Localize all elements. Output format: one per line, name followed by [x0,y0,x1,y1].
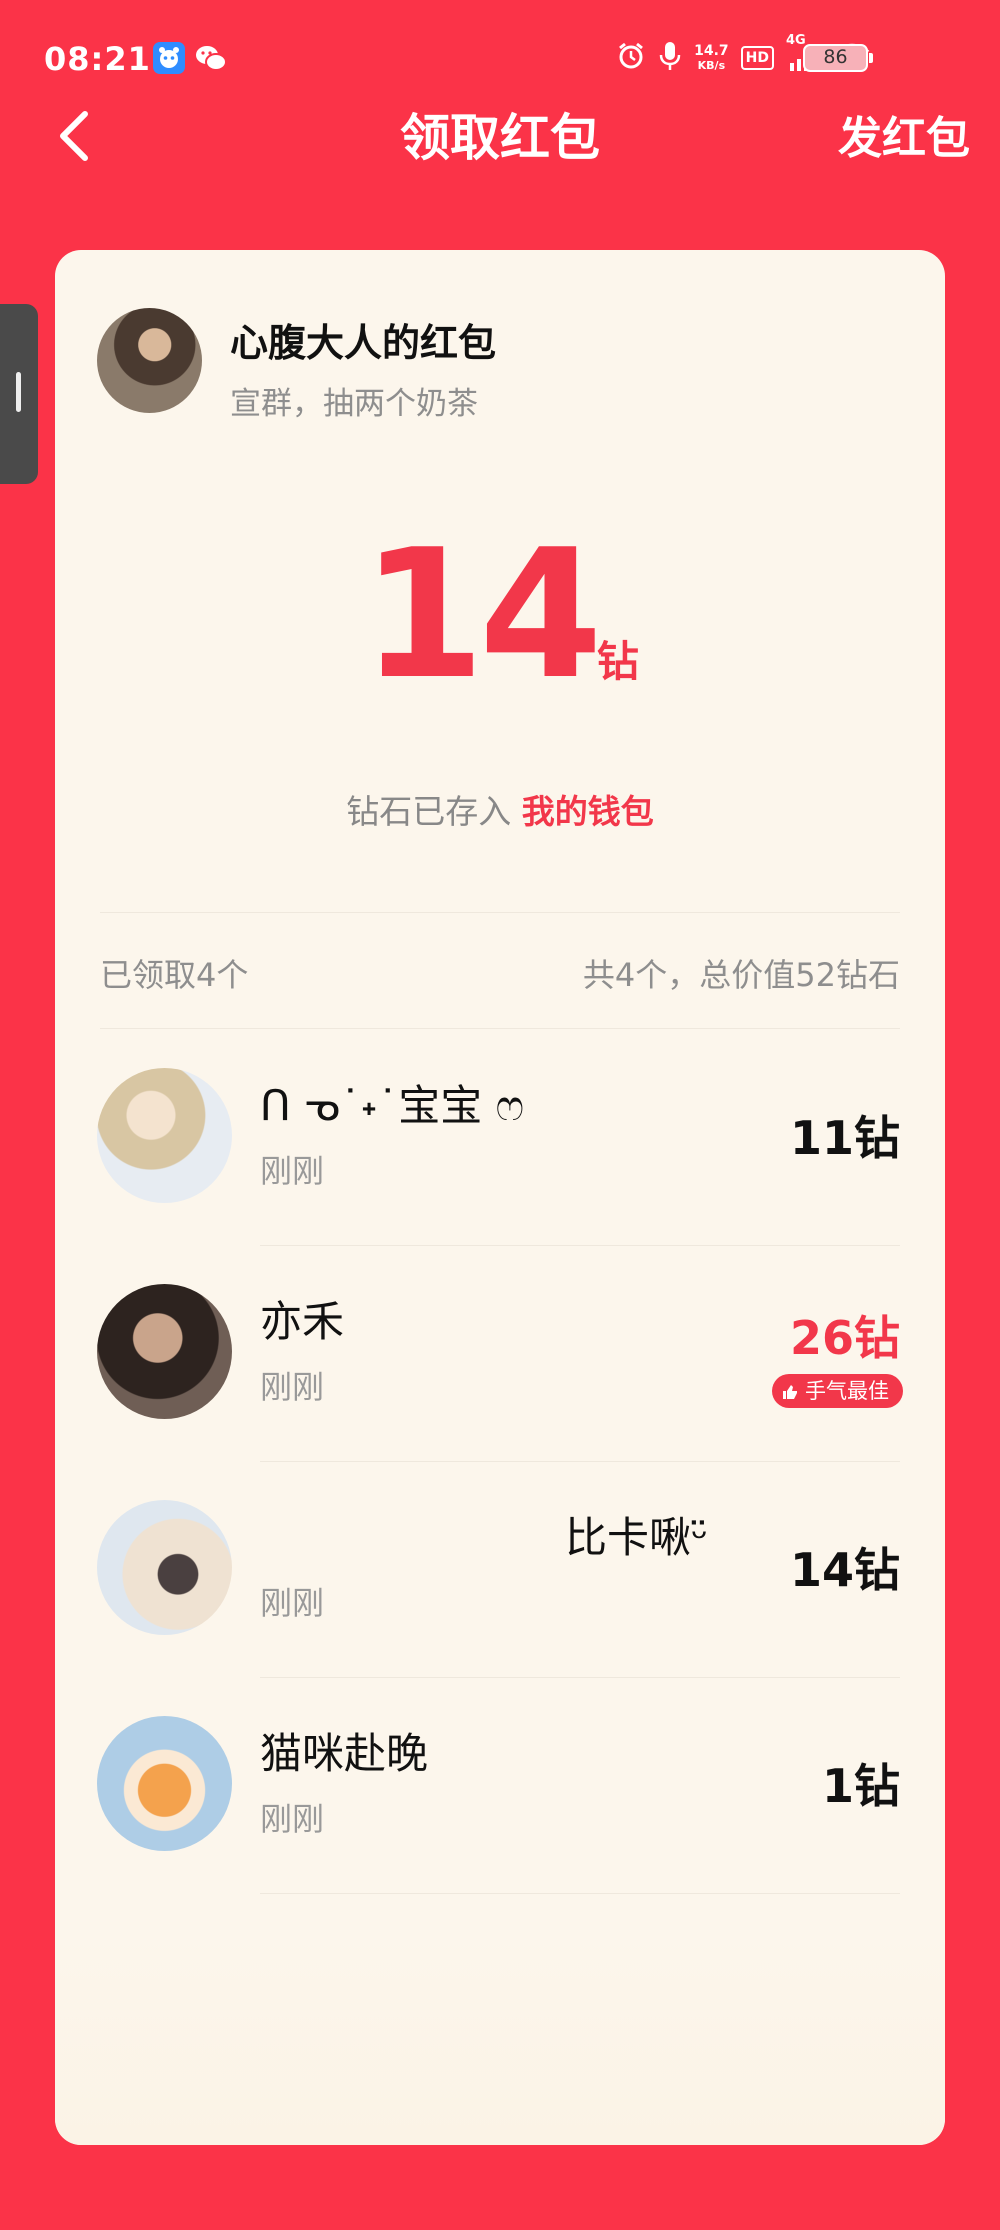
floating-side-handle[interactable] [0,304,38,484]
thumbs-up-icon [783,1385,798,1399]
send-red-packet-button[interactable]: 发红包 [838,102,970,166]
hd-badge: HD [740,46,774,70]
best-luck-label: 手气最佳 [805,1379,889,1403]
claim-amount: 14钻 [789,1543,900,1597]
list-item[interactable]: 猫咪赴晚 刚刚 1钻 [55,1678,945,1894]
my-wallet-link[interactable]: 我的钱包 [522,792,654,831]
amount-value: 14 [361,511,603,718]
recipient-name: 比卡啾ᵕ̈ [565,1513,709,1562]
sender-avatar[interactable] [97,308,202,413]
list-item[interactable]: ᑎ ᓀ˙˖˙宝宝 ෆ 刚刚 11钻 [55,1030,945,1246]
microphone-icon [658,40,682,76]
divider [260,1893,900,1894]
list-item[interactable]: 比卡啾ᵕ̈ 刚刚 14钻 [55,1462,945,1678]
net-speed: 14.7 KB/s [694,44,729,73]
battery-indicator: 86 [803,44,873,72]
sender-message: 宣群，抽两个奶茶 [230,386,478,422]
claim-time: 刚刚 [260,1800,325,1838]
avatar[interactable] [97,1500,232,1635]
net-speed-value: 14.7 [694,42,729,59]
status-time: 08:21 [44,40,151,78]
app-notification-icon [153,42,185,74]
sender-name: 心腹大人的红包 [230,321,497,365]
net-speed-unit: KB/s [697,58,726,72]
network-type: 4G [786,33,806,48]
alarm-icon [616,41,646,75]
list-item[interactable]: 亦禾 刚刚 26钻 手气最佳 [55,1246,945,1462]
total-summary: 共4个，总价值52钻石 [582,956,900,994]
wechat-notification-icon [194,42,227,74]
recipient-name: ᑎ ᓀ˙˖˙宝宝 ෆ [260,1081,525,1130]
claimed-count: 已领取4个 [100,956,249,994]
red-packet-card: 心腹大人的红包 宣群，抽两个奶茶 14钻 钻石已存入 我的钱包 已领取4个 共4… [55,250,945,2145]
claim-time: 刚刚 [260,1368,325,1406]
wallet-notice-text: 钻石已存入 [346,792,512,831]
divider [100,1028,900,1029]
recipient-name: 猫咪赴晚 [260,1729,429,1778]
amount-unit: 钻 [596,637,639,686]
claim-amount: 1钻 [821,1759,900,1813]
best-luck-badge: 手气最佳 [772,1374,903,1408]
avatar[interactable] [97,1284,232,1419]
avatar[interactable] [97,1068,232,1203]
claim-amount: 26钻 [789,1311,900,1365]
claim-amount: 11钻 [789,1111,900,1165]
card-footer [55,1925,945,2145]
wallet-notice: 钻石已存入 我的钱包 [55,785,945,833]
received-amount: 14钻 [55,520,945,710]
avatar[interactable] [97,1716,232,1851]
recipient-name: 亦禾 [260,1297,345,1346]
divider [100,912,900,913]
claim-time: 刚刚 [260,1152,325,1190]
claim-time: 刚刚 [260,1584,325,1622]
